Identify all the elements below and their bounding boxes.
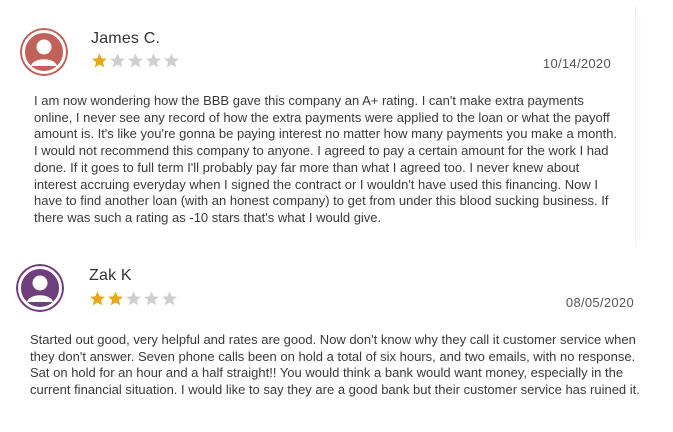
star-empty-icon <box>162 291 177 306</box>
reviews-page: James C. 10/14/2020 I am now wondering h… <box>0 0 673 432</box>
reviewer-name: Zak K <box>89 267 132 284</box>
review-text: I am now wondering how the BBB gave this… <box>34 93 618 225</box>
user-icon <box>20 28 68 76</box>
star-filled-icon <box>90 291 105 306</box>
review-date: 08/05/2020 <box>565 295 634 310</box>
reviewer-name: James C. <box>91 30 161 47</box>
review-date: 10/14/2020 <box>542 56 611 71</box>
star-empty-icon <box>128 53 143 68</box>
user-icon <box>16 264 64 312</box>
review-text: Started out good, very helpful and rates… <box>30 332 640 398</box>
star-filled-icon <box>92 53 107 68</box>
star-empty-icon <box>110 53 125 68</box>
star-rating <box>89 290 178 307</box>
avatar <box>16 264 64 312</box>
review-card: James C. 10/14/2020 I am now wondering h… <box>16 6 636 246</box>
avatar <box>20 28 68 76</box>
star-empty-icon <box>164 53 179 68</box>
star-empty-icon <box>146 53 161 68</box>
star-empty-icon <box>144 291 159 306</box>
review-card: Zak K 08/05/2020 Started out good, very … <box>14 258 654 428</box>
star-rating <box>91 52 180 69</box>
star-filled-icon <box>108 291 123 306</box>
star-empty-icon <box>126 291 141 306</box>
